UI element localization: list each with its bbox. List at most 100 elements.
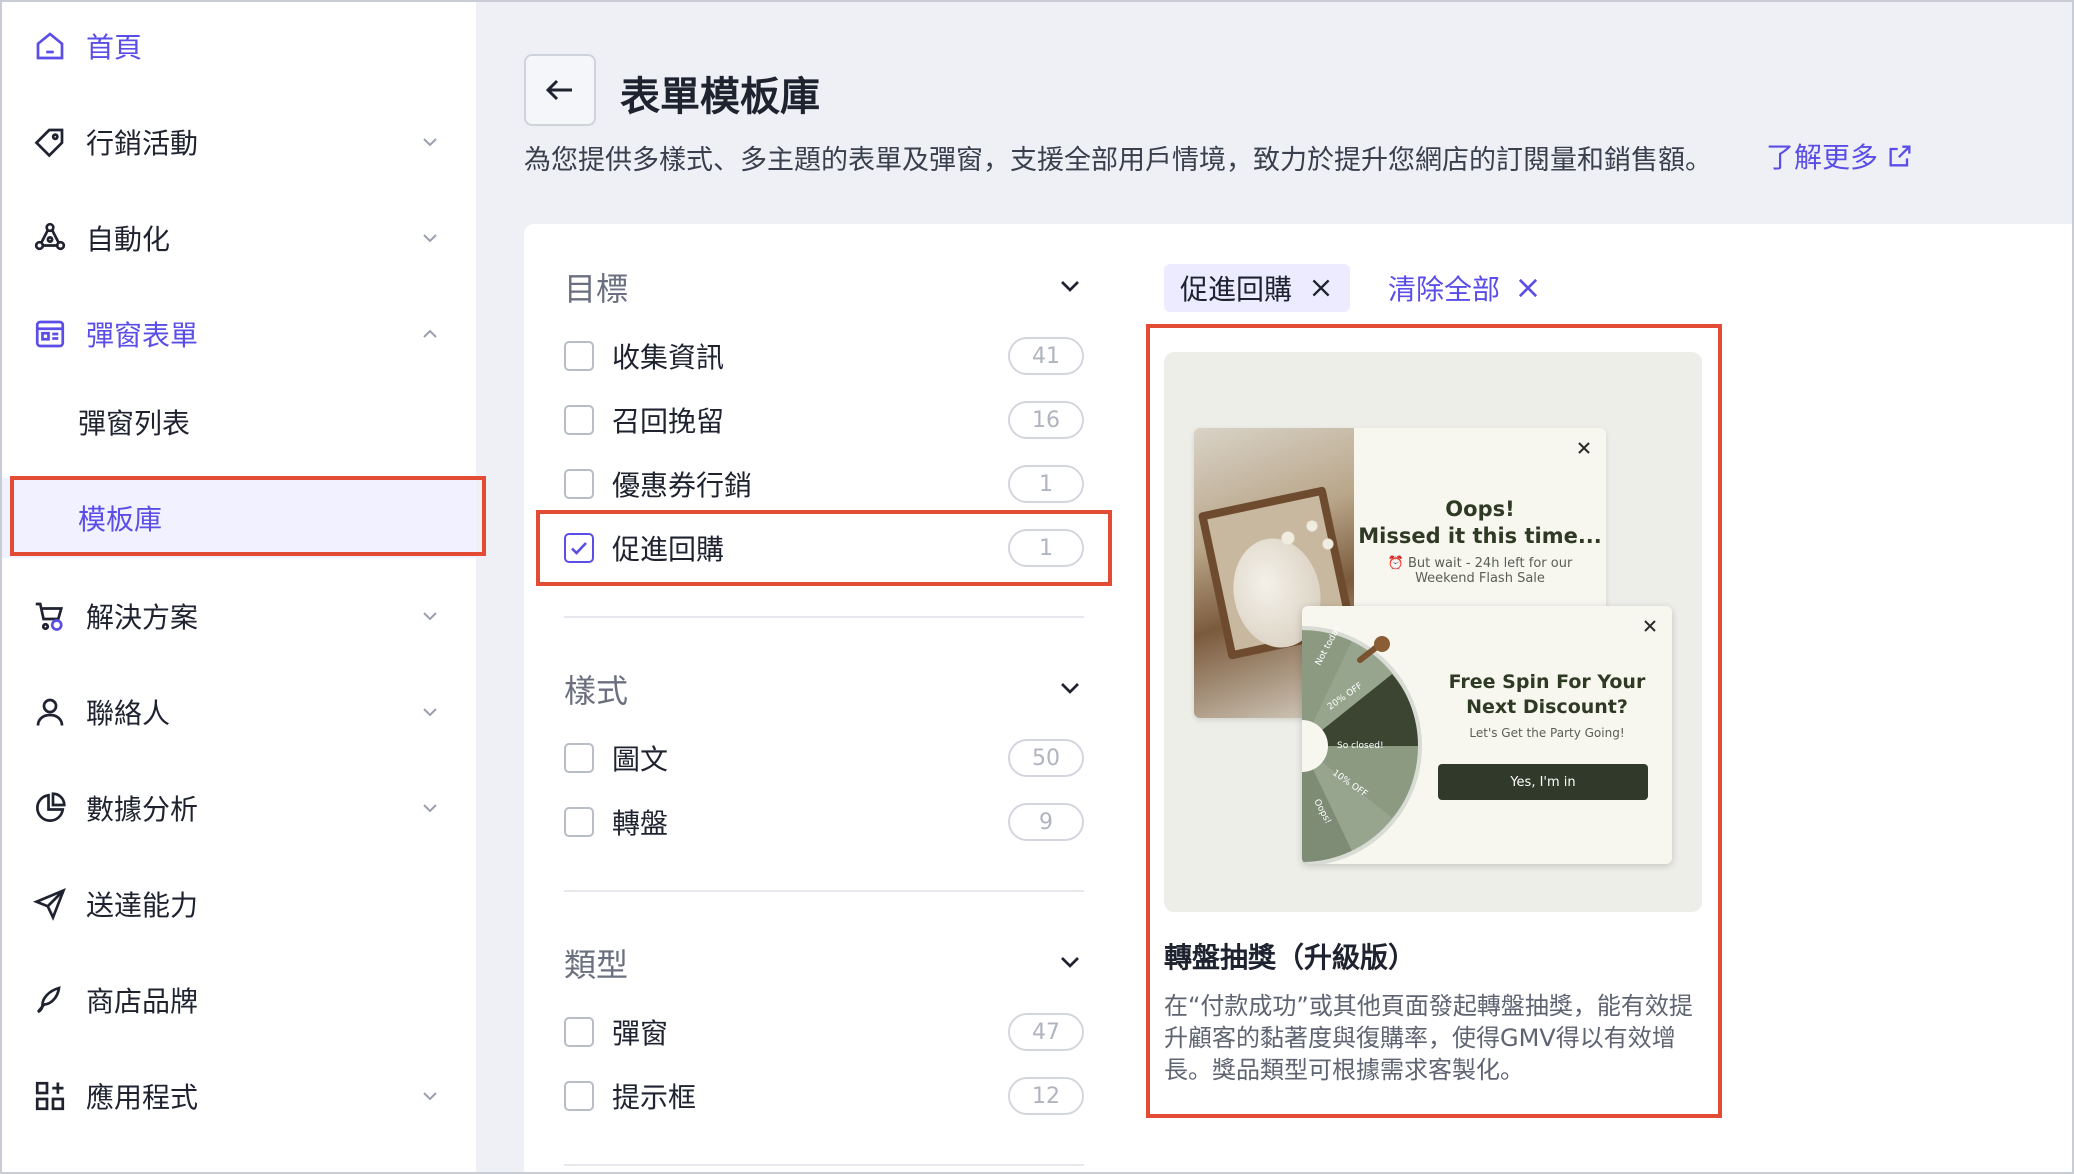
sidebar-item-deliverability[interactable]: 送達能力 — [2, 856, 476, 952]
check-icon — [571, 542, 587, 555]
form-icon — [30, 314, 70, 354]
filter-option-popup[interactable]: 彈窗 47 — [564, 1010, 1084, 1054]
checkbox[interactable] — [564, 405, 594, 435]
pie-chart-icon — [30, 788, 70, 828]
filter-option-label: 收集資訊 — [612, 341, 725, 374]
sidebar-subitem-label: 彈窗列表 — [78, 407, 191, 440]
automation-icon — [30, 218, 70, 258]
template-preview[interactable]: Oops! Missed it this time... ⏰ But wait … — [1164, 352, 1702, 912]
sidebar-item-label: 聯絡人 — [86, 697, 171, 730]
active-filter-label: 促進回購 — [1180, 273, 1293, 306]
popup-subtitle: Let's Get the Party Going! — [1469, 726, 1625, 740]
checkbox[interactable] — [564, 1017, 594, 1047]
popup-title-line: Free Spin For Your — [1448, 671, 1646, 693]
sidebar-item-label: 行銷活動 — [86, 127, 199, 160]
close-icon — [1640, 616, 1660, 636]
sidebar-item-automation[interactable]: 自動化 — [2, 190, 476, 286]
sidebar-item-analytics[interactable]: 數據分析 — [2, 760, 476, 856]
filter-option-label: 召回挽留 — [612, 405, 725, 438]
sidebar-subitem-template-library[interactable]: 模板庫 — [2, 478, 476, 558]
popup-title: Free Spin For Your Next Discount? — [1432, 670, 1662, 720]
wheel-label: So closed! — [1337, 741, 1384, 751]
sidebar-item-label: 彈窗表單 — [86, 319, 199, 352]
page-title: 表單模板庫 — [620, 74, 820, 120]
sidebar-item-contacts[interactable]: 聯絡人 — [2, 664, 476, 760]
filter-option-label: 促進回購 — [612, 533, 725, 566]
filter-option-collect-info[interactable]: 收集資訊 41 — [564, 334, 1084, 378]
sidebar-item-label: 解決方案 — [86, 601, 199, 634]
sidebar-item-label: 自動化 — [86, 223, 171, 256]
tag-icon — [30, 122, 70, 162]
sidebar-item-label: 送達能力 — [86, 889, 199, 922]
template-title[interactable]: 轉盤抽獎（升級版） — [1164, 936, 1416, 976]
sidebar-item-popup-forms[interactable]: 彈窗表單 — [2, 286, 476, 382]
filter-section-type-title: 類型 — [564, 946, 629, 984]
filter-option-repurchase[interactable]: 促進回購 1 — [564, 526, 1084, 570]
filter-section-style-title: 樣式 — [564, 672, 629, 710]
chevron-down-icon — [418, 796, 442, 820]
filter-section-goal-title: 目標 — [564, 270, 629, 308]
chevron-down-icon[interactable] — [1054, 270, 1086, 302]
count-badge: 9 — [1008, 803, 1084, 841]
popup-cta-button: Yes, I'm in — [1438, 764, 1648, 800]
filter-option-label: 彈窗 — [612, 1017, 669, 1050]
learn-more-link[interactable]: 了解更多 — [1766, 136, 1914, 176]
divider — [564, 1164, 1084, 1166]
chevron-down-icon — [418, 604, 442, 628]
clear-all-label: 清除全部 — [1388, 273, 1501, 306]
chevron-down-icon — [418, 130, 442, 154]
popup-title-line: Next Discount? — [1466, 696, 1628, 718]
sidebar-subitem-label: 模板庫 — [78, 503, 163, 536]
filter-option-tooltip[interactable]: 提示框 12 — [564, 1074, 1084, 1118]
popup-title-line: Missed it this time... — [1358, 524, 1602, 548]
brand-icon — [30, 980, 70, 1020]
cart-icon — [30, 596, 70, 636]
sidebar-item-marketing[interactable]: 行銷活動 — [2, 94, 476, 190]
filter-option-label: 提示框 — [612, 1081, 697, 1114]
checkbox-checked[interactable] — [564, 533, 594, 563]
sidebar-item-store-brand[interactable]: 商店品牌 — [2, 952, 476, 1048]
count-badge: 47 — [1008, 1013, 1084, 1051]
home-icon — [30, 26, 70, 66]
sidebar: 首頁 行銷活動 自動化 彈窗表單 彈窗列表 模板庫 解決方案 聯絡人 數據分析 … — [2, 2, 476, 1172]
chevron-down-icon — [418, 700, 442, 724]
sidebar-item-solutions[interactable]: 解決方案 — [2, 568, 476, 664]
filter-option-wheel[interactable]: 轉盤 9 — [564, 800, 1084, 844]
send-icon — [30, 884, 70, 924]
arrow-left-icon — [545, 79, 572, 101]
close-icon — [1574, 438, 1594, 458]
page-description: 為您提供多樣式、多主題的表單及彈窗，支援全部用戶情境，致力於提升您網店的訂閱量和… — [524, 145, 1712, 176]
popup-subtitle: ⏰ But wait - 24h left for our Weekend Fl… — [1354, 556, 1606, 586]
active-filter-tag: 促進回購 — [1164, 264, 1351, 312]
chevron-up-icon — [418, 322, 442, 346]
sidebar-item-home[interactable]: 首頁 — [2, 0, 476, 94]
checkbox[interactable] — [564, 1081, 594, 1111]
filter-option-recall[interactable]: 召回挽留 16 — [564, 398, 1084, 442]
learn-more-label: 了解更多 — [1766, 141, 1879, 174]
chevron-down-icon[interactable] — [1054, 672, 1086, 704]
checkbox[interactable] — [564, 807, 594, 837]
chevron-down-icon — [418, 226, 442, 250]
sidebar-item-label: 應用程式 — [86, 1081, 199, 1114]
count-badge: 12 — [1008, 1077, 1084, 1115]
apps-icon — [30, 1076, 70, 1116]
filter-option-label: 轉盤 — [612, 807, 669, 840]
filter-option-image-text[interactable]: 圖文 50 — [564, 736, 1084, 780]
popup-subtitle-line: Weekend Flash Sale — [1415, 571, 1545, 586]
filter-option-label: 優惠券行銷 — [612, 469, 753, 502]
count-badge: 41 — [1008, 337, 1084, 375]
chevron-down-icon[interactable] — [1054, 946, 1086, 978]
checkbox[interactable] — [564, 469, 594, 499]
sidebar-item-apps[interactable]: 應用程式 — [2, 1048, 476, 1144]
filter-option-coupon[interactable]: 優惠券行銷 1 — [564, 462, 1084, 506]
sidebar-subitem-popup-list[interactable]: 彈窗列表 — [2, 382, 476, 462]
divider — [564, 890, 1084, 892]
template-description: 在“付款成功”或其他頁面發起轉盤抽獎，能有效提升顧客的黏著度與復購率，使得GMV… — [1164, 992, 1693, 1084]
popup-title-line: Oops! — [1445, 497, 1515, 521]
clear-all-button[interactable]: 清除全部 — [1388, 264, 1542, 312]
checkbox[interactable] — [564, 743, 594, 773]
close-icon[interactable] — [1308, 275, 1334, 301]
checkbox[interactable] — [564, 341, 594, 371]
back-button[interactable] — [524, 54, 596, 126]
spin-wheel: Not today 20% OFF So closed! 10% OFF Oop… — [1302, 626, 1422, 864]
